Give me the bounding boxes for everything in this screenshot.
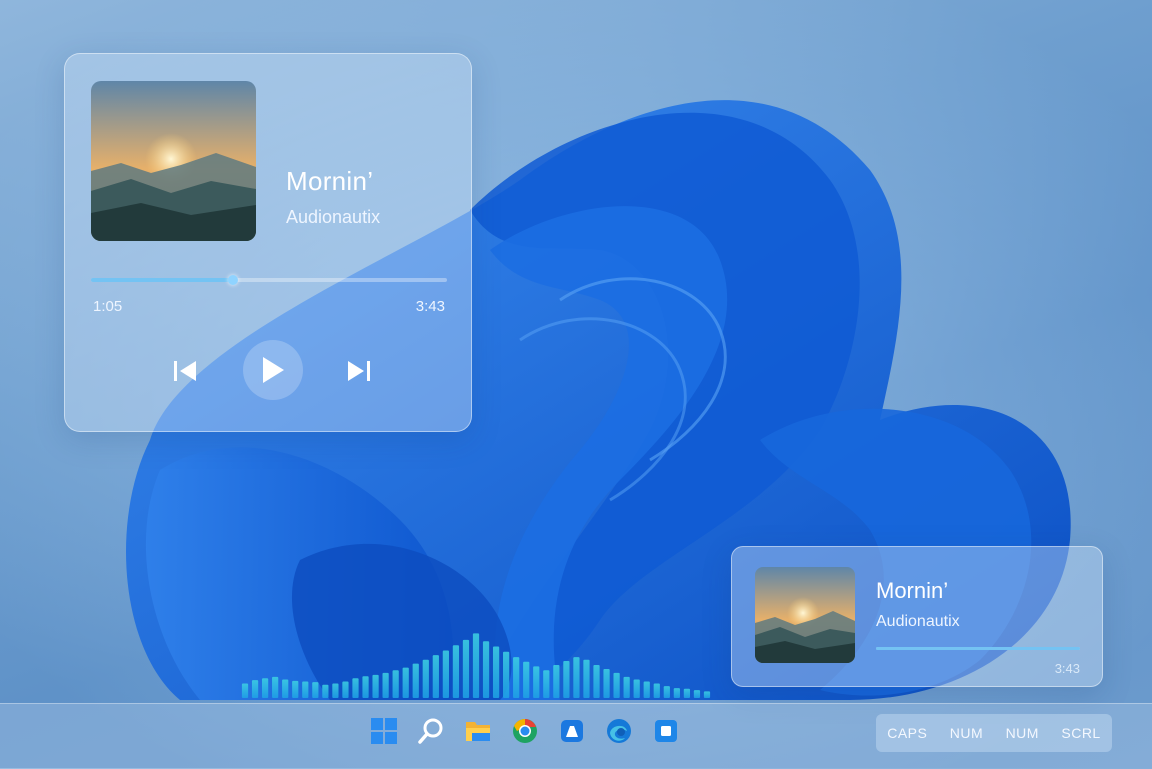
visualizer-bar <box>372 674 379 698</box>
visualizer-bar <box>462 639 470 698</box>
visualizer-bar <box>322 684 329 698</box>
play-icon <box>263 357 284 383</box>
start-icon <box>371 718 397 744</box>
edge-button[interactable] <box>603 715 635 747</box>
visualizer-bar <box>553 665 560 698</box>
visualizer-bar <box>422 659 429 698</box>
skip-next-icon <box>348 361 370 381</box>
app-button[interactable] <box>650 715 682 747</box>
skip-previous-icon <box>174 361 196 381</box>
start-button[interactable] <box>368 715 400 747</box>
system-tray-indicators: CAPS NUM NUM SCRL <box>876 714 1112 752</box>
taskbar: CAPS NUM NUM SCRL <box>0 703 1152 769</box>
media-player: Mornin’ Audionautix 1:05 3:43 <box>64 53 472 432</box>
visualizer-bar <box>693 690 701 698</box>
visualizer-bar <box>503 651 510 698</box>
visualizer-bar <box>382 672 389 698</box>
file-explorer-icon <box>466 722 490 741</box>
visualizer-bar <box>342 681 349 698</box>
previous-button[interactable] <box>169 355 201 387</box>
visualizer-bar <box>563 661 570 698</box>
visualizer-bar <box>302 681 309 698</box>
visualizer-bar <box>241 683 249 698</box>
visualizer-bar <box>261 678 269 698</box>
visualizer-bar <box>583 659 590 698</box>
visualizer-bar <box>412 663 419 698</box>
visualizer-bar <box>452 645 460 698</box>
play-button[interactable] <box>243 340 303 400</box>
visualizer-bar <box>352 678 359 698</box>
visualizer-bar <box>543 670 550 698</box>
visualizer-bar <box>392 670 399 698</box>
chrome-button[interactable] <box>509 715 541 747</box>
visualizer-bar <box>272 676 279 698</box>
visualizer-bar <box>523 661 530 698</box>
store-button[interactable] <box>556 715 588 747</box>
store-icon <box>561 720 583 742</box>
visualizer-bar <box>643 681 650 698</box>
visualizer-bar <box>442 650 449 698</box>
mini-progress-fill <box>876 647 1080 650</box>
visualizer-bar <box>513 657 520 698</box>
num-lock-indicator: NUM <box>949 725 984 741</box>
seek-bar-fill <box>91 278 234 282</box>
mini-progress-bar <box>876 647 1080 650</box>
mini-track-artist: Audionautix <box>876 613 960 630</box>
app-icon <box>655 720 677 742</box>
visualizer-bar <box>533 666 540 698</box>
visualizer-bar <box>623 676 630 698</box>
visualizer-bar <box>673 688 680 698</box>
search-icon <box>418 718 443 744</box>
next-button[interactable] <box>343 355 375 387</box>
visualizer-bar <box>603 668 610 698</box>
search-button[interactable] <box>415 715 447 747</box>
scroll-lock-indicator: SCRL <box>1061 725 1101 741</box>
visualizer-bar <box>332 683 339 698</box>
seek-bar[interactable] <box>91 275 447 285</box>
track-title: Mornin’ <box>286 166 374 196</box>
visualizer-bar <box>482 641 490 698</box>
visualizer-bar <box>653 683 660 698</box>
caps-lock-indicator: CAPS <box>887 725 928 741</box>
visualizer-bar <box>362 676 369 698</box>
total-time: 3:43 <box>415 298 445 315</box>
visualizer-bar <box>573 657 580 698</box>
visualizer-bar <box>663 686 670 698</box>
visualizer-bar <box>251 680 259 698</box>
seek-bar-thumb[interactable] <box>228 275 239 285</box>
visualizer-bar <box>432 655 439 698</box>
audio-visualizer <box>241 633 711 698</box>
mini-album-art <box>755 567 855 663</box>
visualizer-bar <box>292 680 299 698</box>
visualizer-bar <box>492 646 500 698</box>
visualizer-bar <box>683 688 691 698</box>
mini-total-time: 3:43 <box>1054 661 1080 676</box>
visualizer-bar <box>472 633 480 698</box>
visualizer-bar <box>282 679 289 698</box>
mini-player[interactable]: Mornin’ Audionautix 3:43 <box>731 546 1103 687</box>
file-explorer-button[interactable] <box>462 715 494 747</box>
num-lock-indicator: NUM <box>1005 725 1039 741</box>
elapsed-time: 1:05 <box>93 298 123 315</box>
edge-icon <box>607 719 631 743</box>
album-art <box>91 81 256 241</box>
visualizer-bar <box>703 691 711 698</box>
visualizer-bar <box>593 665 600 698</box>
visualizer-bar <box>402 667 409 698</box>
visualizer-bar <box>312 682 319 698</box>
visualizer-bar <box>613 672 620 698</box>
visualizer-bar <box>633 679 640 698</box>
taskbar-apps <box>368 715 682 747</box>
chrome-icon <box>513 718 537 743</box>
mini-track-title: Mornin’ <box>876 578 949 603</box>
track-artist: Audionautix <box>286 207 381 227</box>
